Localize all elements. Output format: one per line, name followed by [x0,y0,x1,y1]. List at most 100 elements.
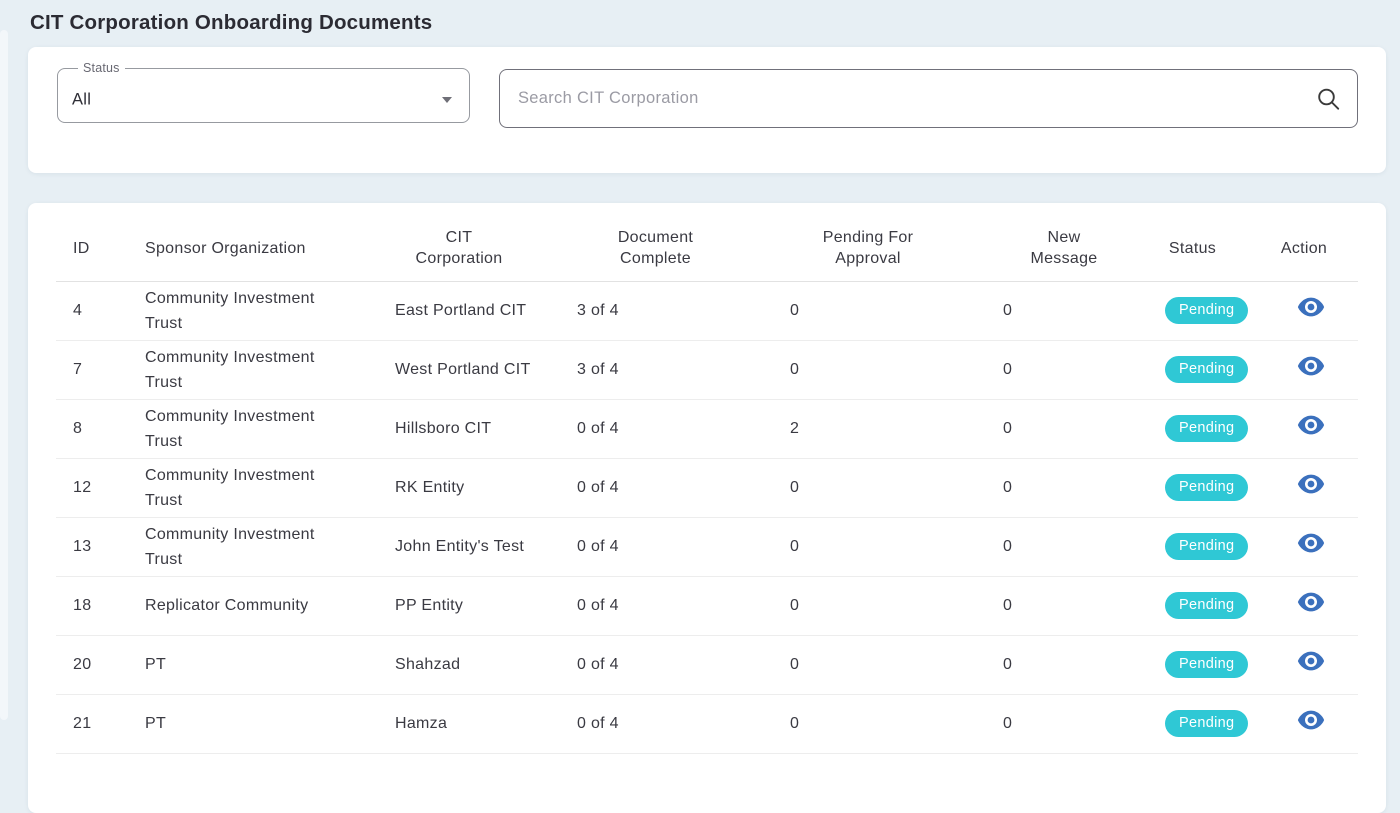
cell-document-complete: 0 of 4 [568,517,743,576]
cell-new-message: 0 [993,517,1135,576]
table-row: 12 Community Investment Trust RK Entity … [56,458,1358,517]
cell-status: Pending [1135,694,1250,753]
cell-action [1250,694,1358,753]
cell-new-message: 0 [993,458,1135,517]
cell-status: Pending [1135,458,1250,517]
cell-cit-corporation: Shahzad [350,635,568,694]
cell-id: 8 [56,399,128,458]
cell-pending-for-approval: 0 [743,576,993,635]
cell-id: 21 [56,694,128,753]
cell-document-complete: 0 of 4 [568,576,743,635]
cell-cit-corporation: John Entity's Test [350,517,568,576]
cell-action [1250,635,1358,694]
cell-new-message: 0 [993,399,1135,458]
cell-pending-for-approval: 0 [743,458,993,517]
status-badge: Pending [1165,533,1248,560]
search-input[interactable] [499,69,1358,128]
cell-cit-corporation: RK Entity [350,458,568,517]
cell-status: Pending [1135,399,1250,458]
status-badge: Pending [1165,474,1248,501]
cell-document-complete: 0 of 4 [568,635,743,694]
page-title: CIT Corporation Onboarding Documents [0,0,1400,35]
cell-id: 18 [56,576,128,635]
cell-action [1250,340,1358,399]
cell-action [1250,458,1358,517]
cell-id: 7 [56,340,128,399]
cell-status: Pending [1135,517,1250,576]
cell-pending-for-approval: 0 [743,694,993,753]
view-button[interactable] [1297,591,1325,613]
documents-table: ID Sponsor Organization CIT Corporation … [56,203,1358,754]
cell-action [1250,281,1358,340]
eye-icon [1297,650,1325,672]
cell-new-message: 0 [993,281,1135,340]
cell-cit-corporation: Hamza [350,694,568,753]
column-header: Status [1135,203,1250,281]
cell-new-message: 0 [993,694,1135,753]
cell-cit-corporation: West Portland CIT [350,340,568,399]
eye-icon [1297,532,1325,554]
cell-sponsor-organization: PT [128,635,350,694]
column-header: Document Complete [568,203,743,281]
table-body: 4 Community Investment Trust East Portla… [56,281,1358,753]
column-header: New Message [993,203,1135,281]
table-row: 18 Replicator Community PP Entity 0 of 4… [56,576,1358,635]
table-row: 20 PT Shahzad 0 of 4 0 0 Pending [56,635,1358,694]
cell-pending-for-approval: 0 [743,517,993,576]
column-header: Pending For Approval [743,203,993,281]
view-button[interactable] [1297,296,1325,318]
cell-sponsor-organization: Community Investment Trust [128,517,350,576]
view-button[interactable] [1297,473,1325,495]
documents-table-card: ID Sponsor Organization CIT Corporation … [28,203,1386,813]
cell-document-complete: 3 of 4 [568,281,743,340]
eye-icon [1297,473,1325,495]
status-badge: Pending [1165,297,1248,324]
cell-document-complete: 0 of 4 [568,694,743,753]
cell-cit-corporation: East Portland CIT [350,281,568,340]
cell-new-message: 0 [993,635,1135,694]
cell-new-message: 0 [993,576,1135,635]
view-button[interactable] [1297,650,1325,672]
cell-id: 20 [56,635,128,694]
view-button[interactable] [1297,532,1325,554]
cell-cit-corporation: PP Entity [350,576,568,635]
cell-id: 4 [56,281,128,340]
cell-document-complete: 3 of 4 [568,340,743,399]
search-icon[interactable] [1315,85,1342,112]
column-header: ID [56,203,128,281]
view-button[interactable] [1297,414,1325,436]
cell-status: Pending [1135,281,1250,340]
cell-pending-for-approval: 2 [743,399,993,458]
eye-icon [1297,355,1325,377]
eye-icon [1297,591,1325,613]
status-select[interactable]: Status All [57,62,470,123]
cell-action [1250,399,1358,458]
status-badge: Pending [1165,651,1248,678]
cell-sponsor-organization: Community Investment Trust [128,399,350,458]
table-row: 4 Community Investment Trust East Portla… [56,281,1358,340]
cell-pending-for-approval: 0 [743,281,993,340]
cell-pending-for-approval: 0 [743,635,993,694]
cell-status: Pending [1135,635,1250,694]
status-select-label: Status [78,62,125,75]
left-edge-strip [0,30,8,720]
status-badge: Pending [1165,356,1248,383]
cell-sponsor-organization: Community Investment Trust [128,340,350,399]
cell-status: Pending [1135,340,1250,399]
cell-sponsor-organization: PT [128,694,350,753]
table-row: 7 Community Investment Trust West Portla… [56,340,1358,399]
table-header-row: ID Sponsor Organization CIT Corporation … [56,203,1358,281]
cell-cit-corporation: Hillsboro CIT [350,399,568,458]
cell-pending-for-approval: 0 [743,340,993,399]
cell-document-complete: 0 of 4 [568,458,743,517]
view-button[interactable] [1297,355,1325,377]
column-header: CIT Corporation [350,203,568,281]
eye-icon [1297,414,1325,436]
cell-id: 12 [56,458,128,517]
cell-sponsor-organization: Replicator Community [128,576,350,635]
cell-action [1250,517,1358,576]
table-row: 13 Community Investment Trust John Entit… [56,517,1358,576]
eye-icon [1297,296,1325,318]
column-header: Sponsor Organization [128,203,350,281]
cell-sponsor-organization: Community Investment Trust [128,458,350,517]
